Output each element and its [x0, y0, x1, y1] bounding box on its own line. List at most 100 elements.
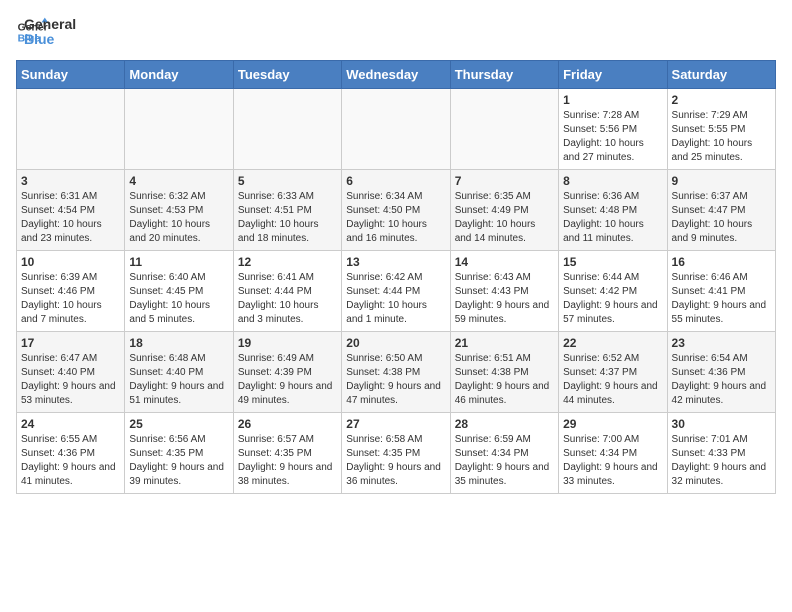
day-number: 4 — [129, 174, 228, 188]
calendar-day-cell: 30Sunrise: 7:01 AM Sunset: 4:33 PM Dayli… — [667, 413, 775, 494]
day-info: Sunrise: 6:57 AM Sunset: 4:35 PM Dayligh… — [238, 433, 337, 489]
day-number: 8 — [563, 174, 662, 188]
calendar-day-cell: 11 Sunrise: 6:40 AM Sunset: 4:45 PM Dayli… — [125, 251, 233, 332]
day-number: 19 — [238, 336, 337, 350]
calendar-week-row: 17 Sunrise: 6:47 AM Sunset: 4:40 PM Dayli… — [17, 332, 776, 413]
day-number: 21 — [455, 336, 554, 350]
day-of-week-header: Thursday — [450, 61, 558, 89]
day-info: Sunrise: 6:46 AM Sunset: 4:41 PM Dayligh… — [672, 271, 771, 327]
calendar-day-cell — [125, 89, 233, 170]
calendar-day-cell: 14 Sunrise: 6:43 AM Sunset: 4:43 PM Dayli… — [450, 251, 558, 332]
calendar-day-cell — [17, 89, 125, 170]
day-info: Sunrise: 6:36 AM Sunset: 4:48 PM Dayligh… — [563, 190, 662, 246]
day-info: Sunrise: 6:32 AM Sunset: 4:53 PM Dayligh… — [129, 190, 228, 246]
calendar-day-cell: 10 Sunrise: 6:39 AM Sunset: 4:46 PM Dayli… — [17, 251, 125, 332]
day-info: Sunrise: 6:49 AM Sunset: 4:39 PM Dayligh… — [238, 352, 337, 408]
day-info: Sunrise: 7:29 AM Sunset: 5:55 PM Dayligh… — [672, 109, 771, 165]
calendar-day-cell: 25Sunrise: 6:56 AM Sunset: 4:35 PM Dayli… — [125, 413, 233, 494]
day-info: Sunrise: 6:40 AM Sunset: 4:45 PM Dayligh… — [129, 271, 228, 327]
day-info: Sunrise: 7:28 AM Sunset: 5:56 PM Dayligh… — [563, 109, 662, 165]
day-of-week-header: Sunday — [17, 61, 125, 89]
day-number: 15 — [563, 255, 662, 269]
calendar-day-cell: 16 Sunrise: 6:46 AM Sunset: 4:41 PM Dayli… — [667, 251, 775, 332]
day-number: 11 — [129, 255, 228, 269]
calendar-day-cell — [342, 89, 450, 170]
day-number: 22 — [563, 336, 662, 350]
day-number: 25 — [129, 417, 228, 431]
day-number: 26 — [238, 417, 337, 431]
day-number: 1 — [563, 93, 662, 107]
day-of-week-header: Monday — [125, 61, 233, 89]
day-info: Sunrise: 6:58 AM Sunset: 4:35 PM Dayligh… — [346, 433, 445, 489]
calendar-day-cell: 29Sunrise: 7:00 AM Sunset: 4:34 PM Dayli… — [559, 413, 667, 494]
calendar-day-cell: 2 Sunrise: 7:29 AM Sunset: 5:55 PM Daylig… — [667, 89, 775, 170]
day-info: Sunrise: 6:59 AM Sunset: 4:34 PM Dayligh… — [455, 433, 554, 489]
day-number: 16 — [672, 255, 771, 269]
calendar-week-row: 3 Sunrise: 6:31 AM Sunset: 4:54 PM Daylig… — [17, 170, 776, 251]
logo-blue: Blue — [24, 32, 76, 47]
day-number: 9 — [672, 174, 771, 188]
day-info: Sunrise: 6:34 AM Sunset: 4:50 PM Dayligh… — [346, 190, 445, 246]
calendar-day-cell: 6 Sunrise: 6:34 AM Sunset: 4:50 PM Daylig… — [342, 170, 450, 251]
calendar-day-cell: 13 Sunrise: 6:42 AM Sunset: 4:44 PM Dayli… — [342, 251, 450, 332]
day-info: Sunrise: 6:39 AM Sunset: 4:46 PM Dayligh… — [21, 271, 120, 327]
logo: General Blue General Blue — [16, 16, 76, 48]
calendar-day-cell: 17 Sunrise: 6:47 AM Sunset: 4:40 PM Dayli… — [17, 332, 125, 413]
day-info: Sunrise: 6:43 AM Sunset: 4:43 PM Dayligh… — [455, 271, 554, 327]
day-number: 2 — [672, 93, 771, 107]
day-info: Sunrise: 6:35 AM Sunset: 4:49 PM Dayligh… — [455, 190, 554, 246]
day-number: 27 — [346, 417, 445, 431]
calendar-day-cell: 1 Sunrise: 7:28 AM Sunset: 5:56 PM Daylig… — [559, 89, 667, 170]
calendar-day-cell: 23Sunrise: 6:54 AM Sunset: 4:36 PM Dayli… — [667, 332, 775, 413]
day-info: Sunrise: 6:37 AM Sunset: 4:47 PM Dayligh… — [672, 190, 771, 246]
day-info: Sunrise: 6:44 AM Sunset: 4:42 PM Dayligh… — [563, 271, 662, 327]
calendar-week-row: 10 Sunrise: 6:39 AM Sunset: 4:46 PM Dayli… — [17, 251, 776, 332]
calendar-day-cell: 9 Sunrise: 6:37 AM Sunset: 4:47 PM Daylig… — [667, 170, 775, 251]
calendar-day-cell: 5 Sunrise: 6:33 AM Sunset: 4:51 PM Daylig… — [233, 170, 341, 251]
calendar-day-cell: 3 Sunrise: 6:31 AM Sunset: 4:54 PM Daylig… — [17, 170, 125, 251]
day-info: Sunrise: 7:01 AM Sunset: 4:33 PM Dayligh… — [672, 433, 771, 489]
day-info: Sunrise: 6:47 AM Sunset: 4:40 PM Dayligh… — [21, 352, 120, 408]
day-info: Sunrise: 6:33 AM Sunset: 4:51 PM Dayligh… — [238, 190, 337, 246]
day-info: Sunrise: 6:41 AM Sunset: 4:44 PM Dayligh… — [238, 271, 337, 327]
day-number: 13 — [346, 255, 445, 269]
calendar-week-row: 24Sunrise: 6:55 AM Sunset: 4:36 PM Dayli… — [17, 413, 776, 494]
calendar-day-cell: 26 Sunrise: 6:57 AM Sunset: 4:35 PM Dayli… — [233, 413, 341, 494]
calendar-day-cell: 27 Sunrise: 6:58 AM Sunset: 4:35 PM Dayli… — [342, 413, 450, 494]
day-info: Sunrise: 6:52 AM Sunset: 4:37 PM Dayligh… — [563, 352, 662, 408]
day-info: Sunrise: 6:42 AM Sunset: 4:44 PM Dayligh… — [346, 271, 445, 327]
calendar-day-cell: 18 Sunrise: 6:48 AM Sunset: 4:40 PM Dayli… — [125, 332, 233, 413]
day-number: 24 — [21, 417, 120, 431]
day-number: 6 — [346, 174, 445, 188]
calendar-day-cell: 12 Sunrise: 6:41 AM Sunset: 4:44 PM Dayli… — [233, 251, 341, 332]
day-info: Sunrise: 6:54 AM Sunset: 4:36 PM Dayligh… — [672, 352, 771, 408]
day-number: 18 — [129, 336, 228, 350]
calendar-day-cell: 21 Sunrise: 6:51 AM Sunset: 4:38 PM Dayli… — [450, 332, 558, 413]
day-info: Sunrise: 6:31 AM Sunset: 4:54 PM Dayligh… — [21, 190, 120, 246]
calendar-day-cell: 19 Sunrise: 6:49 AM Sunset: 4:39 PM Dayli… — [233, 332, 341, 413]
page-header: General Blue General Blue — [16, 16, 776, 48]
logo-general: General — [24, 17, 76, 32]
day-info: Sunrise: 6:51 AM Sunset: 4:38 PM Dayligh… — [455, 352, 554, 408]
day-number: 10 — [21, 255, 120, 269]
day-of-week-header: Wednesday — [342, 61, 450, 89]
day-number: 3 — [21, 174, 120, 188]
calendar-day-cell: 22 Sunrise: 6:52 AM Sunset: 4:37 PM Dayli… — [559, 332, 667, 413]
calendar-day-cell: 7 Sunrise: 6:35 AM Sunset: 4:49 PM Daylig… — [450, 170, 558, 251]
calendar-week-row: 1 Sunrise: 7:28 AM Sunset: 5:56 PM Daylig… — [17, 89, 776, 170]
day-info: Sunrise: 6:48 AM Sunset: 4:40 PM Dayligh… — [129, 352, 228, 408]
day-number: 5 — [238, 174, 337, 188]
day-number: 29 — [563, 417, 662, 431]
day-of-week-header: Saturday — [667, 61, 775, 89]
calendar-day-cell — [233, 89, 341, 170]
day-number: 14 — [455, 255, 554, 269]
day-number: 7 — [455, 174, 554, 188]
day-number: 12 — [238, 255, 337, 269]
calendar-day-cell: 8 Sunrise: 6:36 AM Sunset: 4:48 PM Daylig… — [559, 170, 667, 251]
calendar-header-row: SundayMondayTuesdayWednesdayThursdayFrid… — [17, 61, 776, 89]
day-number: 17 — [21, 336, 120, 350]
calendar-day-cell: 24Sunrise: 6:55 AM Sunset: 4:36 PM Dayli… — [17, 413, 125, 494]
day-of-week-header: Tuesday — [233, 61, 341, 89]
calendar-day-cell: 4 Sunrise: 6:32 AM Sunset: 4:53 PM Daylig… — [125, 170, 233, 251]
calendar-day-cell: 20Sunrise: 6:50 AM Sunset: 4:38 PM Dayli… — [342, 332, 450, 413]
